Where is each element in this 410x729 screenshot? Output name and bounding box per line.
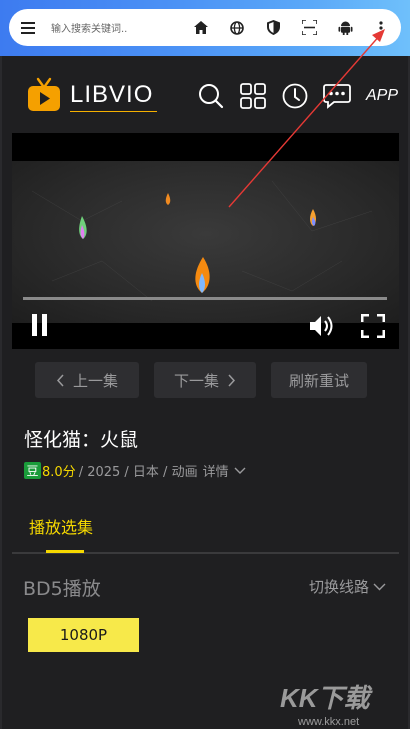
refresh-retry-button[interactable]: 刷新重试 [271,362,367,398]
next-episode-button[interactable]: 下一集 [154,362,256,398]
next-episode-label: 下一集 [173,371,219,390]
address-bar: 输入搜索关键词.. [9,9,401,46]
search-icon[interactable] [190,80,232,112]
grid-icon[interactable] [232,80,274,112]
watermark-logo: KK下载 www.kkx.net [280,683,374,728]
more-vert-icon[interactable] [363,9,399,46]
show-title: 怪化猫：火鼠 [24,429,139,451]
chevron-right-icon [228,373,236,387]
home-icon[interactable] [183,9,219,46]
site-page: LIBVIO APP 上一集 下一集 刷新重试 怪化猫：火鼠 豆 8.0分 / … [2,56,408,729]
volume-icon[interactable] [308,313,336,339]
score: 8.0分 [42,465,76,480]
pause-icon[interactable] [28,313,52,337]
android-icon[interactable] [327,9,363,46]
chevron-left-icon [56,373,64,387]
svg-text:KK下载: KK下载 [280,683,374,713]
tab-underline [46,550,84,553]
history-icon[interactable] [274,80,316,112]
shield-icon[interactable] [255,9,291,46]
fullscreen-icon[interactable] [360,313,386,339]
progress-bar[interactable] [23,297,387,300]
site-header: LIBVIO APP [2,56,408,134]
show-meta: 豆 8.0分 / 2025 / 日本 / 动画 详情 [24,461,246,480]
chevron-down-icon [234,467,246,474]
episode-nav: 上一集 下一集 刷新重试 [35,362,367,398]
meta-info: / 2025 / 日本 / 动画 [78,465,198,480]
logo-mark-icon [28,77,60,111]
svg-text:www.kkx.net: www.kkx.net [297,716,359,728]
app-link[interactable]: APP [362,87,402,105]
menu-icon[interactable] [9,9,47,46]
tab-episodes[interactable]: 播放选集 [29,514,93,538]
message-icon[interactable] [316,80,358,112]
douban-badge: 豆 [24,462,41,479]
browser-toolbar: 输入搜索关键词.. [0,0,410,56]
chevron-down-icon [373,583,386,590]
switch-line-button[interactable]: 切换线路 [309,576,386,597]
prev-episode-button[interactable]: 上一集 [35,362,139,398]
switch-line-label: 切换线路 [308,578,369,596]
url-input[interactable]: 输入搜索关键词.. [47,20,183,35]
tab-bar: 播放选集 [12,500,399,554]
source-title: BD5播放 [23,578,101,600]
quality-1080p-button[interactable]: 1080P [28,618,139,652]
site-logo[interactable]: LIBVIO [26,77,158,113]
globe-icon[interactable] [219,9,255,46]
logo-text: LIBVIO [70,81,158,112]
scan-icon[interactable] [291,9,327,46]
details-link[interactable]: 详情 [203,461,246,480]
video-player[interactable] [12,133,399,349]
prev-episode-label: 上一集 [72,371,118,390]
